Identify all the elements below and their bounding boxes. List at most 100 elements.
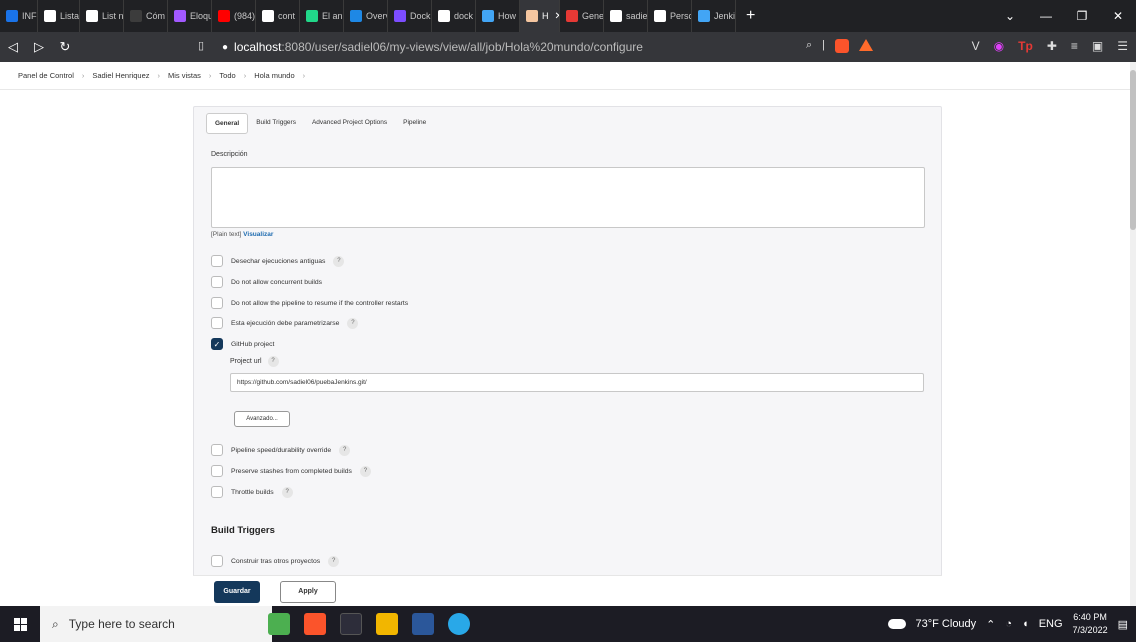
help-icon[interactable]: ? <box>359 465 371 477</box>
extensions-puzzle-icon[interactable]: ✚ <box>1047 39 1057 53</box>
advanced-button[interactable]: Avanzado... <box>234 411 290 427</box>
page-content: General Build Triggers Advanced Project … <box>0 90 1130 606</box>
browser-tab[interactable]: sadie <box>604 0 648 32</box>
extension-pink-icon[interactable]: ◉ <box>994 39 1004 53</box>
browser-tab[interactable]: Gene <box>560 0 604 32</box>
maximize-button[interactable]: ❐ <box>1064 9 1100 23</box>
breadcrumb-item[interactable]: Todo <box>219 71 235 80</box>
config-panel: General Build Triggers Advanced Project … <box>193 106 942 606</box>
volume-icon[interactable]: ◖ <box>1022 618 1029 630</box>
word-icon[interactable] <box>412 613 434 635</box>
checkbox[interactable] <box>211 486 223 498</box>
checkbox-label[interactable]: Construir tras otros proyectos <box>231 558 320 565</box>
browser-tab[interactable]: INF-0 <box>0 0 38 32</box>
checkbox[interactable]: ✓ <box>211 338 223 350</box>
description-textarea[interactable] <box>211 167 925 228</box>
address-bar[interactable]: ● localhost :8080/user/sadiel06/my-views… <box>222 36 890 58</box>
tab-advanced-project-options[interactable]: Advanced Project Options <box>304 113 395 134</box>
checkbox-label[interactable]: Pipeline speed/durability override <box>231 447 331 454</box>
browser-tab[interactable]: Overv <box>344 0 388 32</box>
brave-rewards-icon[interactable] <box>859 39 874 51</box>
taskbar-search[interactable]: ⌕ Type here to search <box>40 606 272 642</box>
breadcrumb-item[interactable]: Sadiel Henriquez <box>92 71 149 80</box>
reload-icon[interactable]: ↻ <box>52 39 78 55</box>
file-explorer-icon[interactable] <box>376 613 398 635</box>
start-button[interactable] <box>0 606 40 642</box>
zoom-icon[interactable]: ⌕ <box>806 39 812 53</box>
checkbox[interactable] <box>211 555 223 567</box>
help-icon[interactable]: ? <box>281 486 293 498</box>
browser-tab[interactable]: How <box>476 0 520 32</box>
help-icon[interactable]: ? <box>347 317 359 329</box>
browser-tab[interactable]: H✕ <box>520 0 560 32</box>
browser-tab[interactable]: List n <box>80 0 124 32</box>
project-url-input[interactable]: https://github.com/sadiel06/puebaJenkins… <box>230 373 924 392</box>
terminal-icon[interactable] <box>340 613 362 635</box>
help-icon[interactable]: ? <box>339 444 351 456</box>
site-info-icon[interactable]: ● <box>222 42 228 53</box>
tab-pipeline[interactable]: Pipeline <box>395 113 434 134</box>
back-icon[interactable]: ◁ <box>0 39 26 55</box>
browser-tab[interactable]: El an <box>300 0 344 32</box>
new-tab-button[interactable]: + <box>736 7 765 25</box>
breadcrumb-item[interactable]: Hola mundo <box>254 71 294 80</box>
browser-tab[interactable]: Perso <box>648 0 692 32</box>
visualizar-link[interactable]: Visualizar <box>243 231 273 238</box>
checkbox-label[interactable]: GitHub project <box>231 341 274 348</box>
clock[interactable]: 6:40 PM 7/3/2022 <box>1073 611 1108 637</box>
save-button[interactable]: Guardar <box>214 581 260 603</box>
browser-tab[interactable]: (984) <box>212 0 256 32</box>
browser-tab[interactable]: cont <box>256 0 300 32</box>
checkbox[interactable] <box>211 465 223 477</box>
browser-tab[interactable]: Eloqu <box>168 0 212 32</box>
checkbox-label[interactable]: Throttle builds <box>231 489 274 496</box>
browser-tab[interactable]: dock <box>432 0 476 32</box>
telegram-icon[interactable] <box>448 613 470 635</box>
checkbox[interactable] <box>211 276 223 288</box>
lang-indicator[interactable]: ENG <box>1039 618 1063 630</box>
notifications-icon[interactable]: ▤ <box>1118 618 1128 631</box>
favicon-icon <box>218 10 230 22</box>
minimize-button[interactable]: — <box>1028 9 1064 23</box>
help-icon[interactable]: ? <box>328 555 340 567</box>
checkbox-label[interactable]: Do not allow the pipeline to resume if t… <box>231 300 408 307</box>
brave-shields-icon[interactable] <box>835 39 850 53</box>
extension-tp-icon[interactable]: Tp <box>1018 39 1033 53</box>
help-icon[interactable]: ? <box>267 356 279 367</box>
checkbox[interactable] <box>211 297 223 309</box>
tab-search-icon[interactable]: ⌄ <box>992 9 1028 23</box>
weather-text[interactable]: 73°F Cloudy <box>916 618 977 630</box>
close-window-button[interactable]: ✕ <box>1100 9 1136 23</box>
scrollbar-thumb[interactable] <box>1130 70 1136 230</box>
vpn-icon[interactable]: V <box>972 39 980 53</box>
browser-tab[interactable]: Dock <box>388 0 432 32</box>
breadcrumb-item[interactable]: Panel de Control <box>18 71 74 80</box>
checkbox-label[interactable]: Desechar ejecuciones antiguas <box>231 258 325 265</box>
checkbox[interactable] <box>211 317 223 329</box>
wallet-icon[interactable]: ▣ <box>1092 39 1103 53</box>
browser-tab[interactable]: Lista <box>38 0 80 32</box>
checkbox-label[interactable]: Preserve stashes from completed builds <box>231 468 352 475</box>
checkbox-label[interactable]: Esta ejecución debe parametrizarse <box>231 320 339 327</box>
plain-text-label: [Plain text] <box>211 231 242 238</box>
breadcrumb-item[interactable]: Mis vistas <box>168 71 201 80</box>
forward-icon[interactable]: ▷ <box>26 39 52 55</box>
apply-button[interactable]: Apply <box>280 581 336 603</box>
tab-general[interactable]: General <box>206 113 249 134</box>
help-icon[interactable]: ? <box>333 255 345 267</box>
menu-icon[interactable]: ☰ <box>1117 39 1128 53</box>
description-label: Descripción <box>211 151 248 158</box>
widgets-icon[interactable] <box>268 613 290 635</box>
chevron-right-icon: › <box>243 71 247 80</box>
tab-build-triggers[interactable]: Build Triggers <box>248 113 304 134</box>
brave-browser-icon[interactable] <box>304 613 326 635</box>
checkbox[interactable] <box>211 444 223 456</box>
playlist-icon[interactable]: ≡ <box>1071 39 1078 53</box>
chevron-up-icon[interactable]: ⌃ <box>986 618 995 631</box>
bookmark-icon[interactable]: ▯ <box>198 39 204 52</box>
network-icon[interactable]: ◔ <box>1005 618 1012 630</box>
browser-tab[interactable]: Jenki <box>692 0 736 32</box>
checkbox[interactable] <box>211 255 223 267</box>
checkbox-label[interactable]: Do not allow concurrent builds <box>231 279 322 286</box>
browser-tab[interactable]: Cóm <box>124 0 168 32</box>
